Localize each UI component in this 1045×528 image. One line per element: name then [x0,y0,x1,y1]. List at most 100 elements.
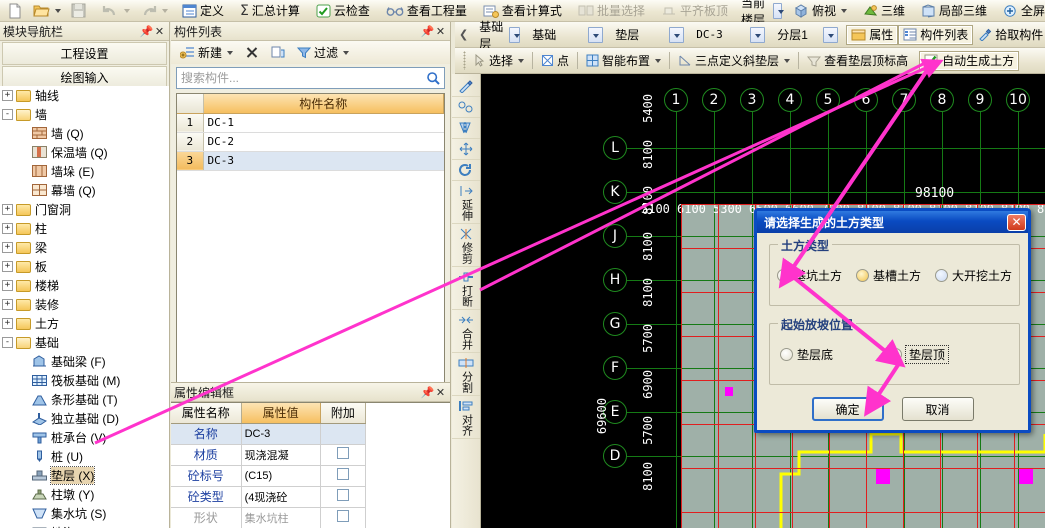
fullscreen-button[interactable]: 全屏 [998,1,1045,21]
tree-item-10[interactable]: + 楼梯 [0,276,169,295]
collapse-panel-icon[interactable]: ❮ [459,28,468,41]
property-row[interactable]: 名称 DC-3 [171,423,367,445]
auto-generate-earthwork-button[interactable]: 自动生成土方 [919,50,1020,71]
property-grid[interactable]: 属性名称 属性值 附加 名称 DC-3 材质 现浇混凝 砼标号 (C15) 砼类型 (4现浇砼… [171,402,450,528]
component-row[interactable]: 2 DC-2 [177,132,444,152]
open-file-button[interactable] [28,1,66,21]
floor-scope-combo[interactable]: 当前楼层 [737,0,785,27]
new-component-button[interactable]: 新建 [175,43,238,63]
view-cushion-elev-button[interactable]: 查看垫层顶标高 [802,51,913,71]
copy-component-button[interactable] [266,43,290,63]
expand-icon[interactable]: + [2,223,13,234]
radio-cushion-top[interactable]: 垫层顶 [889,344,950,364]
tree-item-0[interactable]: + 轴线 [0,86,169,105]
three-d-button[interactable]: 三维 [858,1,910,21]
attach-checkbox[interactable] [336,489,349,501]
tree-item-12[interactable]: + 土方 [0,314,169,333]
pin-icon[interactable]: 📌 [140,25,154,38]
copy-tool[interactable] [452,97,480,118]
property-row-value[interactable]: 现浇混凝 [241,444,321,466]
property-row-value[interactable]: DC-3 [241,423,321,445]
tree-item-21[interactable]: 柱墩 (Y) [0,485,169,504]
redo-button[interactable] [135,1,173,21]
merge-tool[interactable]: 合并 [452,310,480,353]
tree-item-18[interactable]: 桩承台 (V) [0,428,169,447]
rotate-tool[interactable] [452,160,480,181]
pick-component-button[interactable]: 拾取构件 [973,25,1045,45]
expand-icon[interactable]: + [2,318,13,329]
component-combo[interactable]: DC-3 [692,25,766,44]
tree-item-13[interactable]: - 基础 [0,333,169,352]
align-tool[interactable]: 对齐 [452,396,480,439]
search-icon[interactable] [422,68,444,88]
property-row-attach[interactable] [320,486,367,508]
layer-combo[interactable]: 分层1 [773,25,839,44]
pin-icon[interactable]: 📌 [421,386,435,399]
three-point-slope-button[interactable]: 三点定义斜垫层 [673,51,795,71]
local-three-d-button[interactable]: 局部三维 [916,1,992,21]
expand-icon[interactable]: + [2,204,13,215]
new-file-button[interactable] [2,1,28,21]
redo-dropdown-caret[interactable] [162,8,168,13]
view-mode-caret[interactable] [840,8,847,13]
point-tool-button[interactable]: 点 [536,51,574,71]
floor-combo[interactable]: 基础层 [475,20,521,51]
tree-item-11[interactable]: + 装修 [0,295,169,314]
tree-item-7[interactable]: + 柱 [0,219,169,238]
filter-button[interactable]: 过滤 [292,43,354,63]
expand-icon[interactable]: + [2,242,13,253]
attach-checkbox[interactable] [336,447,349,459]
close-icon[interactable]: ✕ [434,25,447,38]
flush-slab-top-button[interactable]: 平齐板顶 [656,1,733,21]
select-tool-caret[interactable] [518,58,525,63]
summary-calc-button[interactable]: Σ 汇总计算 [235,1,305,21]
property-row[interactable]: 形状 集水坑柱 [171,507,367,528]
property-row[interactable]: 材质 现浇混凝 [171,444,367,466]
dialog-ok-button[interactable]: 确定 [811,397,884,421]
tree-item-8[interactable]: + 梁 [0,238,169,257]
select-tool-button[interactable]: 选择 [468,51,529,71]
three-point-slope-caret[interactable] [784,58,791,63]
tree-item-14[interactable]: 基础梁 (F) [0,352,169,371]
property-row[interactable]: 砼类型 (4现浇砼 [171,486,367,508]
component-list-toggle-button[interactable]: 构件列表 [898,24,974,45]
extend-tool[interactable]: 延伸 [452,181,480,224]
component-type-combo[interactable]: 垫层 [611,25,685,44]
break-tool[interactable]: 打断 [452,267,480,310]
radio-open-cut-earthwork[interactable]: 大开挖土方 [935,267,1012,284]
tree-item-4[interactable]: 墙垛 (E) [0,162,169,181]
tree-item-1[interactable]: -墙 [0,105,169,124]
tree-item-9[interactable]: + 板 [0,257,169,276]
save-button[interactable] [66,1,91,21]
tree-item-19[interactable]: 桩 (U) [0,447,169,466]
component-row[interactable]: 1 DC-1 [177,113,444,133]
open-dropdown-caret[interactable] [55,8,61,13]
tree-item-22[interactable]: 集水坑 (S) [0,504,169,523]
property-row[interactable]: 砼标号 (C15) [171,465,367,487]
undo-button[interactable] [97,1,135,21]
property-row-value[interactable]: (4现浇砼 [241,486,321,508]
dialog-close-button[interactable]: ✕ [1007,213,1026,231]
view-mode-button[interactable]: 俯视 [788,1,852,21]
cushion-block[interactable] [876,469,890,484]
attach-checkbox[interactable] [336,510,349,522]
delete-component-button[interactable] [240,43,264,63]
radio-trench-earthwork[interactable]: 基槽土方 [856,267,921,284]
radio-cushion-bottom[interactable]: 垫层底 [780,346,833,363]
mirror-tool[interactable] [452,118,480,139]
close-icon[interactable]: ✕ [153,25,166,38]
collapse-icon[interactable]: - [2,109,13,120]
expand-icon[interactable]: + [2,280,13,291]
define-button[interactable]: 定义 [177,1,229,21]
view-quantity-button[interactable]: 查看工程量 [381,1,472,21]
property-row-attach[interactable] [320,423,367,445]
pin-icon[interactable]: 📌 [421,25,435,38]
component-grid[interactable]: 构件名称 1 DC-1 2 DC-2 3 DC-3 [176,93,445,390]
property-row-attach[interactable] [320,465,367,487]
collapse-icon[interactable]: - [2,337,13,348]
dialog-titlebar[interactable]: 请选择生成的土方类型 ✕ [757,211,1028,233]
cloud-check-button[interactable]: 云检查 [311,1,375,21]
tree-item-5[interactable]: 幕墙 (Q) [0,181,169,200]
batch-select-button[interactable]: 批量选择 [573,1,650,21]
category-combo[interactable]: 基础 [528,25,604,44]
